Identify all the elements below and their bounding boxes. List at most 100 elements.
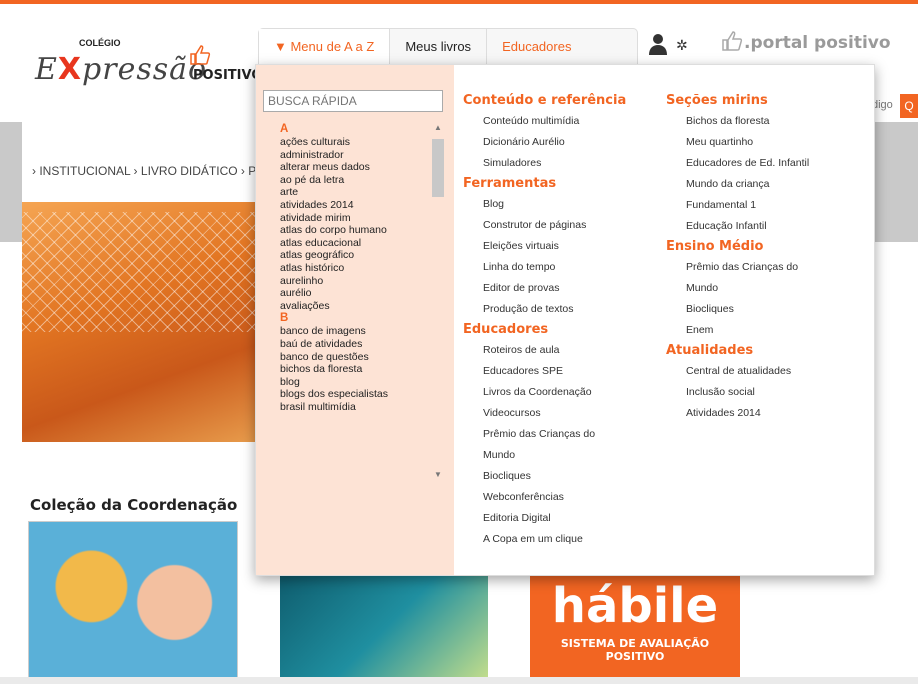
az-list-item[interactable]: blogs dos especialistas (280, 388, 430, 401)
menu-link[interactable]: Editor de provas (463, 278, 626, 299)
habile-title: hábile (551, 578, 719, 634)
menu-link[interactable]: Educadores SPE (463, 361, 626, 382)
az-list-item[interactable]: administrador (280, 149, 430, 162)
menu-section-heading[interactable]: Conteúdo e referência (463, 91, 626, 111)
habile-subtitle: SISTEMA DE AVALIAÇÃO POSITIVO (560, 637, 710, 663)
az-list-item[interactable]: banco de imagens (280, 325, 430, 338)
menu-link[interactable]: Mundo (666, 278, 809, 299)
menu-link[interactable]: Meu quartinho (666, 132, 809, 153)
az-list-item[interactable]: atlas histórico (280, 262, 430, 275)
logo-colegio-label: COLÉGIO (79, 38, 121, 48)
scroll-up-icon[interactable]: ▲ (434, 123, 442, 132)
menu-link[interactable]: Bichos da floresta (666, 111, 809, 132)
menu-link[interactable]: Linha do tempo (463, 257, 626, 278)
breadcrumb[interactable]: › INSTITUCIONAL › LIVRO DIDÁTICO › P (32, 164, 256, 178)
az-list-item[interactable]: brasil multimídia (280, 401, 430, 414)
menu-a-z-dropdown: Aações culturaisadministradoralterar meu… (255, 64, 875, 576)
menu-section-heading[interactable]: Ensino Médio (666, 237, 809, 257)
menu-link[interactable]: Biocliques (463, 466, 626, 487)
menu-link[interactable]: Videocursos (463, 403, 626, 424)
portal-positivo-logo[interactable]: .portal positivo (720, 30, 891, 53)
az-list-item[interactable]: arte (280, 186, 430, 199)
menu-column-1: Conteúdo e referência Conteúdo multimídia… (463, 91, 626, 550)
menu-link[interactable]: Conteúdo multimídia (463, 111, 626, 132)
portal-thumbs-icon (722, 31, 743, 51)
logo-positivo: POSITIVO (193, 68, 263, 83)
menu-column-2: Seções mirins Bichos da floresta Meu quart… (666, 91, 809, 424)
az-letter-heading: A (280, 123, 289, 135)
menu-link[interactable]: Eleições virtuais (463, 236, 626, 257)
menu-link[interactable]: Prêmio das Crianças do (666, 257, 809, 278)
menu-link[interactable]: Mundo da criança (666, 174, 809, 195)
menu-section-heading[interactable]: Seções mirins (666, 91, 809, 111)
hero-panel: › INSTITUCIONAL › LIVRO DIDÁTICO › P (22, 122, 258, 460)
menu-link[interactable]: Educadores de Ed. Infantil (666, 153, 809, 174)
az-list-item[interactable]: bichos da floresta (280, 363, 430, 376)
menu-link[interactable]: Enem (666, 320, 809, 341)
az-list-item[interactable]: ações culturais (280, 136, 430, 149)
menu-link[interactable]: Educação Infantil (666, 216, 809, 237)
menu-section-heading[interactable]: Ferramentas (463, 174, 626, 194)
menu-link[interactable]: Simuladores (463, 153, 626, 174)
site-logo[interactable]: COLÉGIO EXpressão POSITIVO (33, 30, 262, 100)
logo-brand: EXpressão (35, 52, 207, 87)
search-button[interactable]: Q (900, 94, 918, 118)
az-letter-heading: B (280, 312, 289, 325)
menu-a-z-tab[interactable]: ▼ Menu de A a Z (259, 28, 391, 65)
menu-link[interactable]: Produção de textos (463, 299, 626, 320)
menu-link[interactable]: Prêmio das Crianças do (463, 424, 626, 445)
menu-link[interactable]: Central de atualidades (666, 361, 809, 382)
az-list-item[interactable]: blog (280, 376, 430, 389)
menu-link[interactable]: A Copa em um clique (463, 529, 626, 550)
menu-section-heading[interactable]: Atualidades (666, 341, 809, 361)
busca-rapida-input[interactable] (263, 90, 443, 112)
portal-text: portal positivo (750, 33, 891, 53)
user-icon[interactable] (648, 33, 668, 55)
menu-link[interactable]: Fundamental 1 (666, 195, 809, 216)
meus-livros-tab[interactable]: Meus livros (390, 28, 488, 65)
az-list-item[interactable]: atlas do corpo humano (280, 224, 430, 237)
thumbs-up-icon (190, 45, 211, 65)
logo-brand-x: X (57, 52, 83, 87)
menu-link[interactable]: Roteiros de aula (463, 340, 626, 361)
az-list-item[interactable]: atlas educacional (280, 237, 430, 250)
educadores-tab[interactable]: Educadores (487, 29, 586, 65)
hero-image (22, 202, 258, 442)
menu-link[interactable]: Livros da Coordenação (463, 382, 626, 403)
menu-link[interactable]: Webconferências (463, 487, 626, 508)
az-list-item[interactable]: avaliações (280, 300, 430, 313)
az-list-item[interactable]: atividades 2014 (280, 199, 430, 212)
az-list-item[interactable]: alterar meus dados (280, 161, 430, 174)
az-list-item[interactable]: aurélio (280, 287, 430, 300)
search-input-partial[interactable]: digo (872, 99, 893, 111)
logo-brand-e: E (35, 52, 58, 87)
az-list-item[interactable]: ao pé da letra (280, 174, 430, 187)
az-list-item[interactable]: baú de atividades (280, 338, 430, 351)
az-list-item[interactable]: atividade mirim (280, 212, 430, 225)
a-z-list: Aações culturais administrador alterar meu… (280, 123, 430, 481)
main-menubar: ▼ Menu de A a Z Meus livros Educadores (258, 28, 638, 65)
teal-thumbnail[interactable] (280, 575, 488, 684)
top-accent-bar (0, 0, 918, 10)
scroll-thumb[interactable] (432, 139, 444, 197)
az-list-item[interactable]: atlas geográfico (280, 249, 430, 262)
menu-link[interactable]: Atividades 2014 (666, 403, 809, 424)
menu-link[interactable]: Biocliques (666, 299, 809, 320)
colecao-heading: Coleção da Coordenação (30, 496, 238, 514)
menu-link[interactable]: Inclusão social (666, 382, 809, 403)
quick-search-pane: Aações culturaisadministradoralterar meu… (256, 65, 454, 575)
az-list-item[interactable]: banco de questões (280, 351, 430, 364)
menu-link[interactable]: Blog (463, 194, 626, 215)
menu-section-heading[interactable]: Educadores (463, 320, 626, 340)
az-list-item[interactable]: aurelinho (280, 275, 430, 288)
menu-link[interactable]: Dicionário Aurélio (463, 132, 626, 153)
gear-icon[interactable]: ✲ (676, 37, 688, 54)
habile-banner[interactable]: hábile SISTEMA DE AVALIAÇÃO POSITIVO (530, 575, 740, 684)
scroll-down-icon[interactable]: ▼ (434, 470, 442, 479)
menu-link[interactable]: Construtor de páginas (463, 215, 626, 236)
menu-link[interactable]: Mundo (463, 445, 626, 466)
menu-link[interactable]: Editoria Digital (463, 508, 626, 529)
a-z-scrollbar[interactable]: ▲ ▼ (432, 123, 444, 479)
colecao-thumbnail[interactable] (28, 521, 238, 684)
bottom-strip (0, 677, 918, 684)
